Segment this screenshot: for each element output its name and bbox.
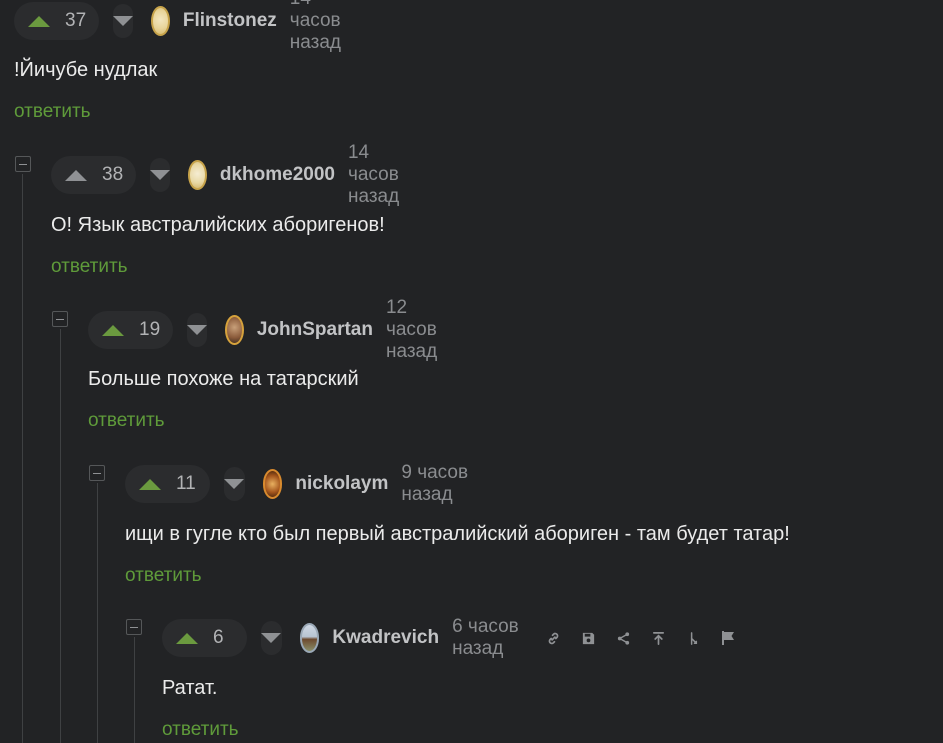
link-icon[interactable] (545, 630, 562, 647)
downvote-icon (224, 479, 245, 489)
reply-link[interactable]: ответить (162, 719, 239, 741)
comment-header: 38 dkhome2000 14 часов назад (51, 142, 424, 207)
comment-header: 19 JohnSpartan 12 часов назад (88, 297, 462, 362)
avatar[interactable] (225, 315, 244, 345)
comment-actions (545, 630, 755, 647)
comment-header: 37 Flinstonez 14 часов назад (14, 0, 366, 53)
downvote-icon (187, 325, 207, 335)
downvote-icon (261, 633, 282, 643)
timestamp[interactable]: 14 часов назад (348, 142, 424, 208)
rating-score: 38 (102, 164, 124, 185)
comment-header: 11 nickolaym 9 часов назад (125, 462, 476, 506)
comment-text: О! Язык австралийских аборигенов! (51, 214, 385, 236)
rating-score: 6 (213, 627, 224, 648)
username[interactable]: dkhome2000 (220, 164, 335, 186)
downvote-icon (113, 16, 133, 26)
rating-block: 19 (88, 311, 173, 349)
timestamp[interactable]: 12 часов назад (386, 297, 462, 363)
downvote-button[interactable] (187, 313, 207, 347)
thread-line (97, 483, 98, 743)
thread-line (60, 329, 61, 743)
upvote-icon[interactable] (102, 324, 124, 336)
collapse-thread-button[interactable] (15, 156, 31, 172)
comment-text: Ратат. (162, 677, 218, 699)
branch-icon[interactable] (685, 630, 702, 647)
comment-text: !Йичубе нудлак (14, 59, 158, 81)
downvote-button[interactable] (224, 467, 245, 501)
downvote-button[interactable] (113, 4, 133, 38)
comment-header: 6 Kwadrevich 6 часов назад (162, 616, 755, 660)
report-flag-icon[interactable] (720, 630, 737, 647)
reply-link[interactable]: ответить (51, 256, 128, 278)
avatar[interactable] (299, 623, 320, 653)
username[interactable]: Kwadrevich (332, 627, 439, 649)
upvote-icon[interactable] (28, 15, 50, 27)
timestamp[interactable]: 14 часов назад (290, 0, 366, 54)
reply-link[interactable]: ответить (125, 565, 202, 587)
rating-score: 37 (65, 10, 87, 31)
downvote-button[interactable] (150, 158, 170, 192)
rating-block: 6 (162, 619, 247, 657)
username[interactable]: Flinstonez (183, 10, 277, 32)
reply-link[interactable]: ответить (14, 101, 91, 123)
rating-block: 11 (125, 465, 210, 503)
rating-score: 11 (176, 473, 196, 494)
reply-link[interactable]: ответить (88, 410, 165, 432)
collapse-thread-button[interactable] (126, 619, 142, 635)
upvote-icon[interactable] (65, 169, 87, 181)
downvote-button[interactable] (261, 621, 282, 655)
comments-thread: 37 Flinstonez 14 часов назад !Йичубе нуд… (0, 0, 943, 743)
thread-line (134, 637, 135, 743)
username[interactable]: JohnSpartan (257, 319, 373, 341)
avatar[interactable] (262, 469, 283, 499)
go-to-top-icon[interactable] (650, 630, 667, 647)
share-icon[interactable] (615, 630, 632, 647)
upvote-icon[interactable] (176, 632, 198, 644)
downvote-icon (150, 170, 170, 180)
thread-line (22, 174, 23, 743)
comment-text: ищи в гугле кто был первый австралийский… (125, 523, 790, 545)
username[interactable]: nickolaym (295, 473, 388, 495)
avatar[interactable] (151, 6, 170, 36)
comment-text: Больше похоже на татарский (88, 368, 359, 390)
collapse-thread-button[interactable] (89, 465, 105, 481)
save-icon[interactable] (580, 630, 597, 647)
avatar[interactable] (188, 160, 207, 190)
rating-block: 37 (14, 2, 99, 40)
timestamp[interactable]: 6 часов назад (452, 616, 527, 660)
collapse-thread-button[interactable] (52, 311, 68, 327)
timestamp[interactable]: 9 часов назад (401, 462, 476, 506)
rating-score: 19 (139, 319, 161, 340)
upvote-icon[interactable] (139, 478, 161, 490)
rating-block: 38 (51, 156, 136, 194)
